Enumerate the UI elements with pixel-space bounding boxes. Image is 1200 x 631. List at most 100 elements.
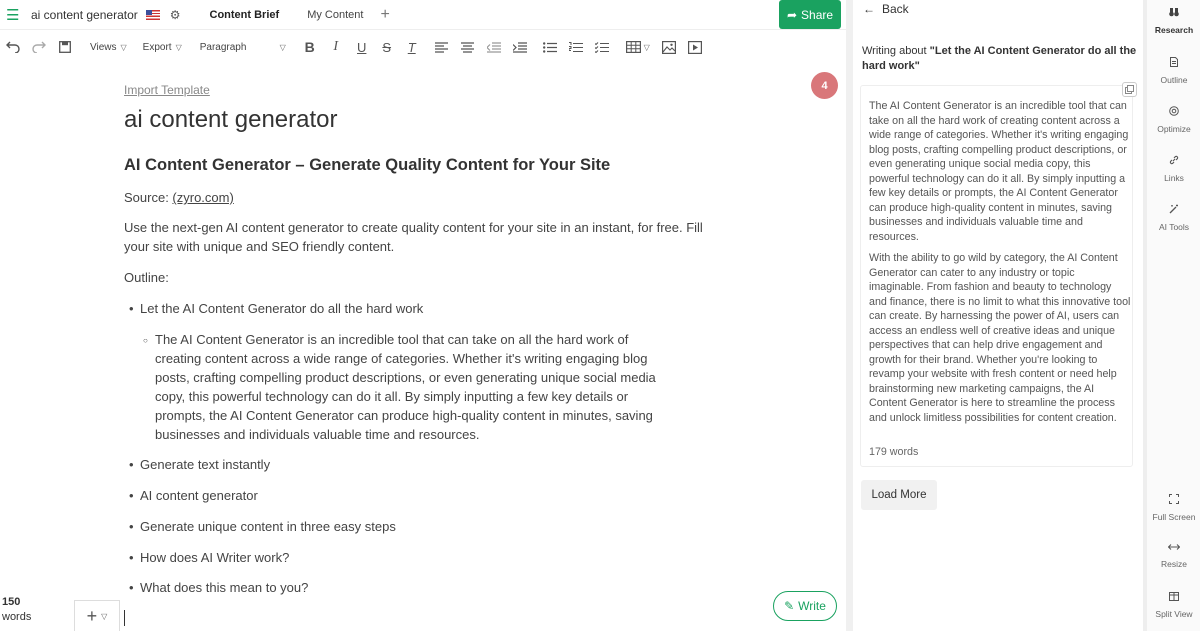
expand-icon — [1169, 494, 1179, 506]
checklist-icon[interactable] — [594, 36, 610, 58]
menu-icon[interactable]: ☰ — [6, 6, 28, 24]
outline-item[interactable]: How does AI Writer work? — [129, 550, 289, 565]
card-word-count: 179 words — [869, 446, 919, 458]
magic-wand-icon: ✎ — [784, 599, 795, 613]
export-dropdown[interactable]: Export ▽ — [143, 42, 182, 53]
sidebar-item-ai-tools[interactable]: AI Tools — [1147, 204, 1200, 232]
document-title[interactable]: ai content generator — [31, 8, 138, 22]
split-view-icon — [1169, 592, 1179, 603]
sidebar-item-label: Optimize — [1157, 124, 1191, 134]
document-icon — [1170, 57, 1178, 69]
align-left-icon[interactable] — [434, 36, 450, 58]
copy-icon[interactable] — [1122, 82, 1137, 97]
generated-paragraph: The AI Content Generator is an incredibl… — [869, 100, 1129, 243]
magic-wand-icon — [1169, 204, 1179, 216]
write-label: Write — [798, 599, 826, 613]
sidebar-item-full-screen[interactable]: Full Screen — [1147, 494, 1200, 522]
sidebar-item-label: AI Tools — [1158, 222, 1190, 232]
right-sidebar: Research Outline Optimize Links AI Tools — [1146, 0, 1200, 631]
gear-icon[interactable]: ⚙ — [170, 8, 181, 22]
text-cursor — [124, 610, 125, 626]
write-button[interactable]: ✎ Write — [773, 591, 837, 621]
numbered-list-icon[interactable] — [568, 36, 584, 58]
app-window: ☰ ai content generator ⚙ Content Brief M… — [0, 0, 1200, 631]
plus-icon: + — [86, 605, 98, 626]
sidebar-item-outline[interactable]: Outline — [1147, 57, 1200, 85]
editor-area[interactable]: Import Template 4 ai content generator A… — [0, 62, 846, 631]
research-panel: ← Back Writing about "Let the AI Content… — [853, 0, 1145, 631]
add-block-button[interactable]: + ▽ — [74, 600, 120, 631]
export-label: Export — [142, 41, 172, 53]
table-icon[interactable]: ▽ — [624, 36, 652, 58]
sidebar-item-links[interactable]: Links — [1147, 155, 1200, 183]
outdent-icon[interactable] — [486, 36, 502, 58]
save-icon[interactable] — [56, 36, 74, 58]
sidebar-item-label: Resize — [1161, 559, 1187, 569]
editor-scrollbar[interactable] — [846, 0, 853, 631]
italic-icon[interactable]: I — [328, 36, 344, 58]
indent-icon[interactable] — [512, 36, 528, 58]
document-heading[interactable]: ai content generator — [124, 106, 337, 134]
bullet-list-icon[interactable] — [542, 36, 558, 58]
chevron-down-icon: ▽ — [120, 42, 127, 52]
horizontal-arrows-icon — [1167, 543, 1181, 553]
add-tab-button[interactable]: + — [380, 6, 389, 24]
sidebar-item-label: Split View — [1155, 609, 1193, 619]
outline-sub-item[interactable]: The AI Content Generator is an incredibl… — [143, 330, 675, 444]
sidebar-item-optimize[interactable]: Optimize — [1147, 106, 1200, 134]
undo-icon[interactable] — [4, 36, 22, 58]
binoculars-icon — [1169, 7, 1179, 19]
outline-item[interactable]: What does this mean to you? — [129, 580, 308, 595]
writing-prefix: Writing about — [862, 45, 930, 57]
generated-paragraph: With the ability to go wild by category,… — [869, 252, 1131, 424]
outline-item[interactable]: Generate text instantly — [129, 457, 270, 472]
chevron-down-icon: ▽ — [643, 42, 650, 52]
intro-paragraph[interactable]: Use the next-gen AI content generator to… — [124, 218, 724, 256]
share-button[interactable]: ➦ Share — [779, 0, 841, 29]
sidebar-item-resize[interactable]: Resize — [1147, 543, 1200, 569]
source-line[interactable]: Source: (zyro.com) — [124, 188, 234, 207]
load-more-button[interactable]: Load More — [861, 480, 937, 510]
bold-icon[interactable]: B — [302, 36, 318, 58]
notification-badge[interactable]: 4 — [811, 72, 838, 99]
outline-item[interactable]: AI content generator — [129, 488, 258, 503]
formatting-toolbar: Views ▽ Export ▽ Paragraph ▽ B I U S T ▽ — [0, 33, 848, 61]
word-count-number: 150 — [2, 596, 21, 608]
underline-icon[interactable]: U — [354, 36, 370, 58]
views-label: Views — [90, 41, 117, 53]
generated-content-card[interactable]: The AI Content Generator is an incredibl… — [860, 85, 1133, 467]
share-icon: ➦ — [786, 7, 798, 22]
align-center-icon[interactable] — [460, 36, 476, 58]
paragraph-style-select[interactable]: Paragraph ▽ — [200, 42, 286, 53]
word-count: 150 words — [2, 595, 31, 625]
clear-format-icon[interactable]: T — [404, 36, 420, 58]
paragraph-label: Paragraph — [199, 41, 247, 53]
writing-about: Writing about "Let the AI Content Genera… — [862, 44, 1137, 74]
back-button[interactable]: ← Back — [863, 2, 909, 16]
us-flag-icon[interactable] — [145, 9, 160, 20]
sidebar-item-label: Research — [1154, 25, 1194, 35]
sidebar-item-label: Outline — [1160, 75, 1188, 85]
sidebar-item-split-view[interactable]: Split View — [1147, 592, 1200, 619]
target-icon — [1169, 106, 1179, 118]
image-icon[interactable] — [660, 36, 678, 58]
source-prefix: Source: — [124, 190, 173, 205]
article-heading[interactable]: AI Content Generator – Generate Quality … — [124, 156, 610, 175]
outline-label[interactable]: Outline: — [124, 268, 169, 287]
outline-item[interactable]: Generate unique content in three easy st… — [129, 519, 396, 534]
source-link[interactable]: (zyro.com) — [172, 190, 233, 205]
link-icon — [1169, 155, 1179, 167]
share-label: Share — [801, 7, 834, 22]
sidebar-item-research[interactable]: Research — [1147, 7, 1200, 35]
chevron-down-icon: ▽ — [279, 42, 286, 52]
tab-content-brief[interactable]: Content Brief — [197, 0, 293, 30]
outline-item[interactable]: Let the AI Content Generator do all the … — [129, 301, 423, 316]
back-label: Back — [882, 2, 909, 16]
strikethrough-icon[interactable]: S — [379, 36, 395, 58]
import-template-link[interactable]: Import Template — [124, 83, 210, 97]
views-dropdown[interactable]: Views ▽ — [90, 42, 127, 53]
video-icon[interactable] — [686, 36, 704, 58]
sidebar-item-label: Links — [1164, 173, 1184, 183]
tab-my-content[interactable]: My Content — [294, 0, 376, 30]
redo-icon[interactable] — [30, 36, 48, 58]
